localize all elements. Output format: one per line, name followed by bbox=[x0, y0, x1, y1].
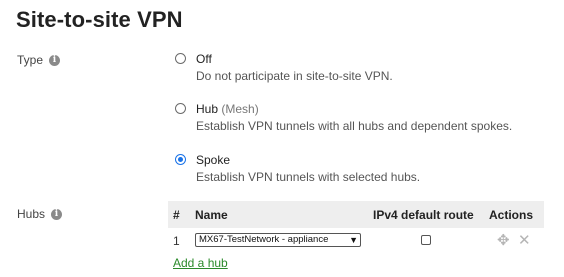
radio-spoke-label: Spoke bbox=[196, 153, 231, 167]
radio-spoke-description: Establish VPN tunnels with selected hubs… bbox=[196, 170, 421, 184]
column-header-actions: Actions bbox=[489, 208, 534, 222]
ipv4-default-route-checkbox[interactable] bbox=[421, 235, 431, 245]
radio-hub-label: Hub (Mesh) bbox=[196, 102, 259, 116]
radio-off[interactable] bbox=[175, 53, 186, 64]
info-icon[interactable]: i bbox=[49, 54, 61, 66]
radio-hub[interactable] bbox=[175, 103, 186, 114]
hub-select[interactable]: MX67-TestNetwork - appliance ▼ bbox=[195, 233, 361, 247]
radio-off-label: Off bbox=[196, 52, 212, 66]
hub-select-value: MX67-TestNetwork - appliance bbox=[199, 234, 329, 245]
close-icon[interactable]: ✕ bbox=[518, 231, 531, 249]
radio-hub-description: Establish VPN tunnels with all hubs and … bbox=[196, 119, 513, 133]
hubs-label-text: Hubs bbox=[17, 207, 46, 221]
column-header-index: # bbox=[173, 208, 180, 222]
column-header-name: Name bbox=[195, 208, 228, 222]
table-header: # Name IPv4 default route Actions bbox=[168, 201, 544, 228]
info-icon[interactable]: i bbox=[51, 208, 63, 220]
add-hub-link[interactable]: Add a hub bbox=[173, 256, 228, 270]
type-label-text: Type bbox=[17, 53, 44, 67]
table-row: 1 MX67-TestNetwork - appliance ▼ ✥ ✕ bbox=[168, 228, 544, 254]
hubs-label: Hubs i bbox=[17, 207, 63, 221]
hubs-table: # Name IPv4 default route Actions 1 MX67… bbox=[168, 201, 544, 254]
row-index: 1 bbox=[173, 234, 180, 248]
radio-hub-subtitle: (Mesh) bbox=[221, 102, 259, 116]
move-icon[interactable]: ✥ bbox=[497, 231, 510, 249]
chevron-down-icon: ▼ bbox=[349, 235, 358, 245]
radio-spoke[interactable] bbox=[175, 154, 186, 165]
column-header-ipv4-default-route: IPv4 default route bbox=[373, 208, 474, 222]
radio-off-description: Do not participate in site-to-site VPN. bbox=[196, 69, 393, 83]
page-title: Site-to-site VPN bbox=[16, 7, 183, 32]
radio-hub-title: Hub bbox=[196, 102, 219, 116]
type-label: Type i bbox=[17, 53, 61, 67]
